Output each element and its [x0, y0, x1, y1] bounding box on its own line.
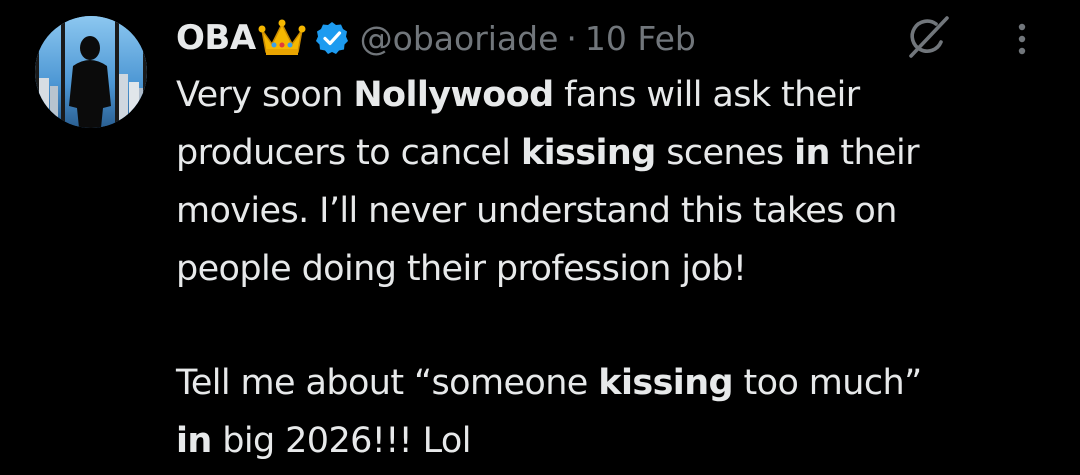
verified-badge-icon[interactable] [314, 20, 350, 56]
post-text-line: people doing their profession job! [176, 240, 1056, 298]
post-text-bold-segment: kissing [598, 363, 733, 403]
post-text-segment: scenes [655, 133, 795, 173]
more-options-icon[interactable] [1010, 20, 1034, 58]
author-handle[interactable]: @obaoriade [360, 19, 559, 58]
crown-icon [258, 19, 306, 55]
grok-icon[interactable] [903, 14, 953, 60]
post-text-bold-segment: Nollywood [353, 75, 554, 115]
separator-dot: · [566, 18, 577, 58]
post-text-line: Very soon Nollywood fans will ask their [176, 66, 1056, 124]
tweet[interactable]: OBA @obaoriade · 10 Feb Very soon Nollyw… [0, 0, 1080, 475]
post-text-segment: producers to cancel [176, 133, 521, 173]
post-text-line: in big 2026!!! Lol [176, 412, 1056, 470]
post-text-line: producers to cancel kissing scenes in th… [176, 124, 1056, 182]
post-text-bold-segment: in [794, 133, 830, 173]
post-text-segment: big 2026!!! Lol [211, 421, 471, 461]
display-name[interactable]: OBA [176, 18, 256, 58]
post-text-segment: too much” [732, 363, 923, 403]
post-text-line: movies. I’ll never understand this takes… [176, 182, 1056, 240]
post-text-segment: fans will ask their [553, 75, 860, 115]
post-text-bold-segment: kissing [520, 133, 656, 173]
post-text-line: Tell me about “someone kissing too much” [176, 354, 1056, 412]
post-text-segment: movies. I’ll never understand this takes… [176, 191, 897, 231]
post-text-segment: people doing their profession job! [176, 249, 747, 289]
post-text-bold-segment: in [176, 421, 212, 461]
post-header: OBA @obaoriade · 10 Feb [176, 14, 696, 62]
avatar-silhouette-window-icon [35, 16, 147, 128]
paragraph-break [176, 298, 1056, 354]
post-text-segment: Very soon [176, 75, 354, 115]
avatar[interactable] [35, 16, 147, 128]
post-date[interactable]: 10 Feb [585, 19, 696, 58]
post-text-segment: Tell me about “someone [176, 363, 599, 403]
post-text-segment: their [829, 133, 919, 173]
post-text: Very soon Nollywood fans will ask their p… [176, 66, 1056, 470]
